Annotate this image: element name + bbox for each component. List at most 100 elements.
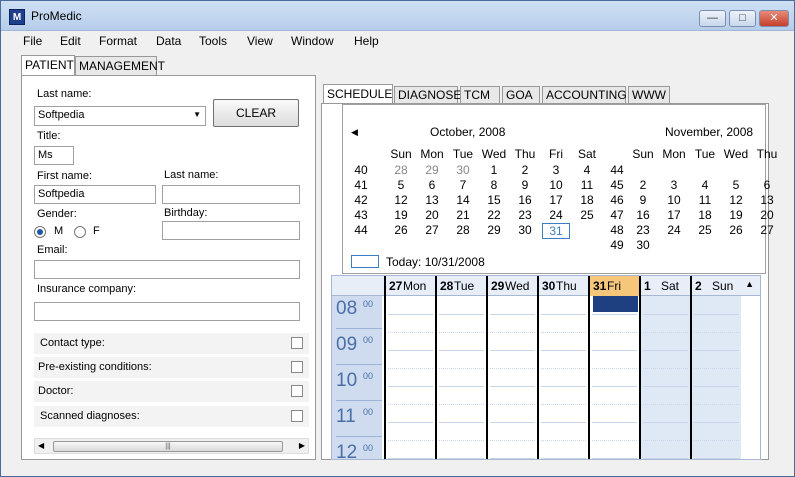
horizontal-scrollbar[interactable]: ◀ ||| ▶ — [34, 438, 309, 454]
tab-goa[interactable]: GOA — [502, 86, 540, 103]
calendar-day[interactable]: 9 — [629, 193, 657, 207]
tab-patient[interactable]: PATIENT — [21, 55, 75, 76]
last-name-2-field[interactable] — [162, 185, 300, 204]
calendar-day[interactable]: 31 — [542, 223, 570, 239]
tab-diagnose[interactable]: DIAGNOSE — [394, 86, 461, 103]
calendar-day[interactable]: 13 — [418, 193, 446, 207]
calendar-day[interactable]: 17 — [660, 208, 688, 222]
schedule-day-column[interactable] — [588, 296, 639, 459]
tab-accounting[interactable]: ACCOUNTING — [542, 86, 627, 103]
schedule-day-column[interactable] — [690, 296, 741, 459]
calendar-day[interactable]: 22 — [480, 208, 508, 222]
menu-help[interactable]: Help — [354, 34, 379, 48]
contact-type-checkbox[interactable] — [291, 337, 303, 349]
schedule-day-header[interactable]: 1 Sat — [639, 276, 690, 296]
week-number[interactable]: 47 — [603, 208, 631, 222]
calendar-day[interactable]: 27 — [753, 223, 781, 237]
preexisting-checkbox[interactable] — [291, 361, 303, 373]
calendar-day[interactable]: 26 — [722, 223, 750, 237]
calendar-day[interactable]: 28 — [449, 223, 477, 237]
week-number[interactable]: 44 — [347, 223, 375, 237]
calendar-day[interactable]: 6 — [753, 178, 781, 192]
calendar-day[interactable]: 24 — [660, 223, 688, 237]
schedule-day-column[interactable] — [537, 296, 588, 459]
birthday-field[interactable] — [162, 221, 300, 240]
weekday-header[interactable]: Wed — [722, 147, 750, 161]
calendar-day[interactable]: 8 — [480, 178, 508, 192]
calendar-day[interactable]: 3 — [660, 178, 688, 192]
calendar-day[interactable]: 15 — [480, 193, 508, 207]
scanned-row[interactable]: Scanned diagnoses: — [34, 406, 309, 427]
calendar-day[interactable]: 21 — [449, 208, 477, 222]
weekday-header[interactable]: Sun — [387, 147, 415, 161]
calendar-day[interactable]: 10 — [660, 193, 688, 207]
calendar-day[interactable]: 9 — [511, 178, 539, 192]
week-number[interactable]: 44 — [603, 163, 631, 177]
schedule-day-header[interactable]: 30 Thu — [537, 276, 588, 296]
tab-www[interactable]: WWW — [628, 86, 670, 103]
calendar-day[interactable]: 18 — [573, 193, 601, 207]
menu-window[interactable]: Window — [291, 34, 334, 48]
weekday-header[interactable]: Sun — [629, 147, 657, 161]
gender-m-radio[interactable] — [34, 226, 46, 238]
weekday-header[interactable]: Thu — [511, 147, 539, 161]
menu-view[interactable]: View — [247, 34, 273, 48]
calendar-day[interactable]: 4 — [573, 163, 601, 177]
week-number[interactable]: 49 — [603, 238, 631, 252]
calendar-day[interactable]: 25 — [573, 208, 601, 222]
weekday-header[interactable]: Tue — [449, 147, 477, 161]
calendar-day[interactable]: 5 — [722, 178, 750, 192]
week-number[interactable]: 41 — [347, 178, 375, 192]
scroll-left-icon[interactable]: ◀ — [38, 441, 44, 450]
scanned-checkbox[interactable] — [291, 410, 303, 422]
minimize-button[interactable]: — — [699, 10, 726, 27]
calendar-day[interactable]: 2 — [629, 178, 657, 192]
doctor-row[interactable]: Doctor: — [34, 381, 309, 402]
schedule-day-column[interactable] — [486, 296, 537, 459]
menu-data[interactable]: Data — [156, 34, 181, 48]
calendar-day[interactable]: 11 — [573, 178, 601, 192]
calendar-day[interactable]: 25 — [691, 223, 719, 237]
weekday-header[interactable]: Fri — [542, 147, 570, 161]
prev-month-icon[interactable]: ◀ — [351, 127, 358, 138]
calendar-day[interactable]: 26 — [387, 223, 415, 237]
today-text[interactable]: Today: 10/31/2008 — [386, 255, 485, 269]
calendar-day[interactable]: 20 — [418, 208, 446, 222]
menu-edit[interactable]: Edit — [60, 34, 81, 48]
menu-format[interactable]: Format — [99, 34, 137, 48]
week-number[interactable]: 40 — [347, 163, 375, 177]
calendar-day[interactable]: 23 — [629, 223, 657, 237]
schedule-day-header[interactable]: 2 Sun — [690, 276, 741, 296]
calendar-day[interactable]: 17 — [542, 193, 570, 207]
clear-button[interactable]: CLEAR — [213, 99, 299, 127]
contact-type-row[interactable]: Contact type: — [34, 333, 309, 354]
calendar-day[interactable]: 19 — [387, 208, 415, 222]
schedule-day-header[interactable]: 28 Tue — [435, 276, 486, 296]
week-number[interactable]: 42 — [347, 193, 375, 207]
calendar-day[interactable]: 29 — [418, 163, 446, 177]
calendar-day[interactable]: 3 — [542, 163, 570, 177]
weekday-header[interactable]: Tue — [691, 147, 719, 161]
doctor-checkbox[interactable] — [291, 385, 303, 397]
schedule-day-header[interactable]: 31 Fri — [588, 276, 639, 296]
calendar-day[interactable]: 30 — [449, 163, 477, 177]
calendar-day[interactable]: 28 — [387, 163, 415, 177]
calendar-day[interactable]: 11 — [691, 193, 719, 207]
weekday-header[interactable]: Sat — [573, 147, 601, 161]
week-number[interactable]: 48 — [603, 223, 631, 237]
calendar-day[interactable]: 23 — [511, 208, 539, 222]
weekday-header[interactable]: Mon — [660, 147, 688, 161]
gender-f-radio[interactable] — [74, 226, 86, 238]
weekday-header[interactable]: Mon — [418, 147, 446, 161]
weekday-header[interactable]: Thu — [753, 147, 781, 161]
schedule-day-column[interactable] — [639, 296, 690, 459]
calendar-day[interactable]: 5 — [387, 178, 415, 192]
insurance-field[interactable] — [34, 302, 300, 321]
weekday-header[interactable]: Wed — [480, 147, 508, 161]
scroll-right-icon[interactable]: ▶ — [299, 441, 305, 450]
calendar-day[interactable]: 30 — [629, 238, 657, 252]
schedule-day-header[interactable]: 29 Wed — [486, 276, 537, 296]
calendar-day[interactable]: 16 — [629, 208, 657, 222]
scroll-up-icon[interactable]: ▲ — [745, 279, 754, 289]
menu-tools[interactable]: Tools — [199, 34, 227, 48]
